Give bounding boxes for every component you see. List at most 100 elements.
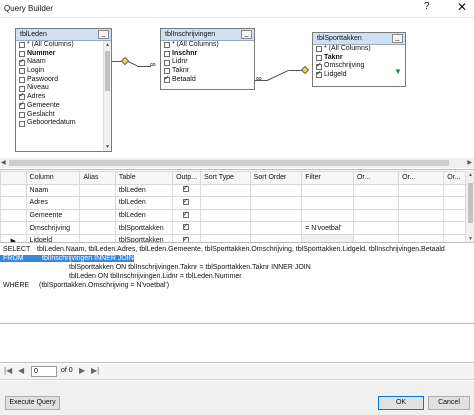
grid-header-filter[interactable]: Filter [301,171,354,185]
grid-header-sort-type[interactable]: Sort Type [200,171,251,185]
scroll-thumb[interactable] [105,51,110,91]
grid-cell-sort-type[interactable] [200,221,251,235]
minimize-button[interactable]: _ [241,30,252,39]
grid-header-output[interactable]: Outp... [172,171,202,185]
column-item[interactable]: Betaald [161,75,254,85]
column-checkbox[interactable] [316,55,322,62]
column-checkbox[interactable] [316,70,322,79]
column-item[interactable]: Geboortedatum [16,119,111,128]
scroll-down-icon[interactable]: ▼ [468,236,473,242]
column-item[interactable]: Paswoord [16,76,111,85]
scroll-down-icon[interactable]: ▼ [104,144,111,150]
column-checkbox[interactable] [19,101,25,110]
grid-cell-alias[interactable] [79,233,116,242]
grid-cell-column[interactable]: Adres [25,196,81,210]
grid-cell-sort-type[interactable] [200,196,251,210]
results-pane[interactable] [0,325,474,363]
grid-cell-filter[interactable]: = N'voetbal' [301,221,354,235]
column-checkbox[interactable] [19,111,25,118]
close-button[interactable]: ✕ [457,0,467,14]
output-checkbox[interactable] [182,210,189,218]
minimize-button[interactable]: _ [392,34,403,43]
grid-cell-filter[interactable] [301,233,354,242]
grid-cell-table[interactable]: tblSporttakken [114,233,174,242]
column-item[interactable]: Gemeente [16,101,111,111]
grid-cell-or-2[interactable] [398,196,445,210]
scroll-thumb[interactable] [468,183,473,223]
grid-cell-sort-order[interactable] [249,196,303,210]
grid-header-or-1[interactable]: Or... [352,171,400,185]
column-checkbox[interactable] [164,68,170,75]
grid-header-or-2[interactable]: Or... [398,171,445,185]
grid-cell-output[interactable] [172,221,202,235]
column-checkbox[interactable] [164,42,170,49]
grid-cell-or-2[interactable] [398,208,445,223]
sql-join-1[interactable]: tblSporttakken ON tblInschrijvingen.Takn… [69,264,311,271]
table-row[interactable]: Naam tblLeden [0,183,474,198]
criteria-grid[interactable]: Column Alias Table Outp... Sort Type Sor… [0,171,474,243]
scroll-up-icon[interactable]: ▲ [104,42,111,48]
scroll-up-icon[interactable]: ▲ [468,172,473,178]
column-checkbox[interactable] [19,58,25,66]
grid-header-sort-order[interactable]: Sort Order [249,171,303,185]
grid-cell-sort-type[interactable] [200,183,251,198]
grid-cell-sort-order[interactable] [249,233,303,242]
grid-cell-output[interactable] [172,233,202,242]
grid-cell-filter[interactable] [301,196,354,210]
table-row[interactable]: Adres tblLeden [0,196,474,210]
column-checkbox[interactable] [19,85,25,92]
column-item[interactable]: * (All Columns) [313,45,405,54]
grid-cell-sort-type[interactable] [200,208,251,223]
table-header-leden[interactable]: tblLeden _ [16,29,111,41]
column-checkbox[interactable] [19,120,25,127]
diagram-pane[interactable]: ∞ ∞ tblLeden _ ▲ ▼ * (All Columns) Nummer… [0,18,474,170]
grid-cell-column[interactable]: Lidgeld [25,233,81,242]
previous-record-icon[interactable]: ◀ [18,366,24,375]
column-item[interactable]: Taknr [161,67,254,76]
column-item[interactable]: Omschrijving [313,62,405,71]
grid-cell-or-2[interactable] [398,233,445,242]
row-selector[interactable] [0,208,27,223]
grid-cell-table[interactable]: tblLeden [114,208,174,223]
vertical-scrollbar[interactable]: ▲ ▼ [103,41,111,151]
grid-cell-output[interactable] [172,183,202,198]
column-item[interactable]: Nummer [16,50,111,59]
grid-cell-or-2[interactable] [398,183,445,198]
current-row-icon[interactable]: ▶ [0,233,27,242]
table-row[interactable]: Gemeente tblLeden [0,208,474,223]
grid-cell-table[interactable]: tblLeden [114,183,174,198]
grid-header-table[interactable]: Table [114,171,174,185]
column-checkbox[interactable] [164,75,170,84]
grid-cell-column[interactable]: Naam [25,183,81,198]
grid-cell-column[interactable]: Omschrijving [25,221,81,235]
column-checkbox[interactable] [19,77,25,84]
grid-cell-output[interactable] [172,196,202,210]
grid-cell-table[interactable]: tblLeden [114,196,174,210]
column-item[interactable]: Login [16,67,111,76]
column-item[interactable]: Niveau [16,84,111,93]
grid-cell-sort-order[interactable] [249,221,303,235]
ok-button[interactable]: OK [378,396,424,410]
scroll-thumb[interactable] [9,160,449,166]
grid-cell-or-1[interactable] [352,208,400,223]
grid-cell-alias[interactable] [79,196,116,210]
minimize-button[interactable]: _ [98,30,109,39]
column-item[interactable]: Inschnr [161,50,254,59]
sql-where-clause[interactable]: (tblSporttakken.Omschrijving = N'voetbal… [39,282,169,289]
column-item[interactable]: * (All Columns) [161,41,254,50]
column-item[interactable]: Lidnr [161,58,254,67]
sql-pane[interactable]: SELECT tblLeden.Naam, tblLeden.Adres, tb… [0,244,474,324]
column-item[interactable]: Naam [16,58,111,67]
grid-cell-or-1[interactable] [352,221,400,235]
table-header-inschrijvingen[interactable]: tblInschrijvingen _ [161,29,254,41]
column-checkbox[interactable] [19,92,25,101]
cancel-button[interactable]: Cancel [428,396,470,410]
grid-cell-filter[interactable] [301,208,354,223]
grid-cell-table[interactable]: tblSporttakken [114,221,174,235]
column-item[interactable]: * (All Columns) [16,41,111,50]
grid-cell-filter[interactable] [301,183,354,198]
scroll-left-icon[interactable]: ◀ [1,159,6,166]
output-checkbox[interactable] [182,235,189,242]
table-box-sporttakken[interactable]: tblSporttakken _ * (All Columns)TaknrOms… [312,32,406,87]
column-item[interactable]: Taknr [313,54,405,63]
